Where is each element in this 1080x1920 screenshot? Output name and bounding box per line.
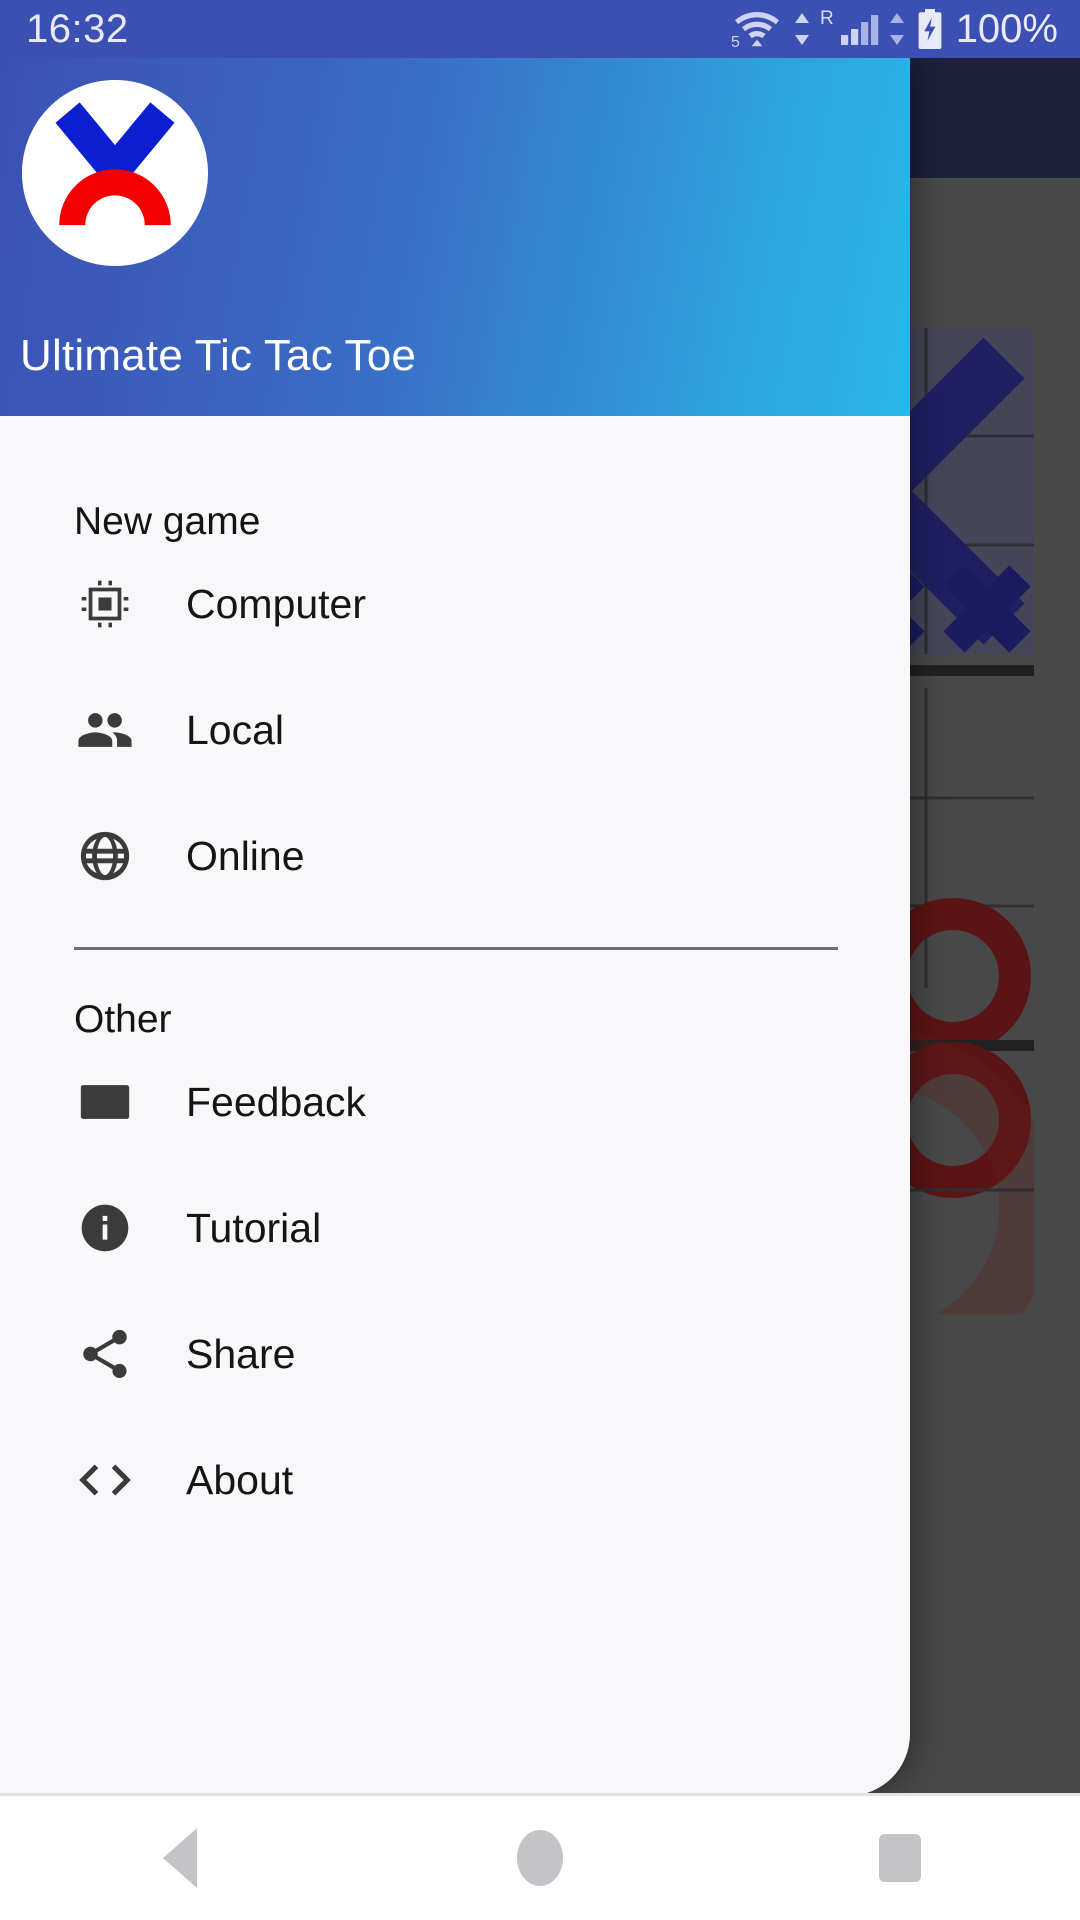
sidebar-item-label: Local xyxy=(186,706,285,753)
sidebar-item-online[interactable]: Online xyxy=(0,793,910,919)
data-transfer-icon-2 xyxy=(889,13,904,45)
sidebar-item-label: About xyxy=(186,1456,294,1503)
sidebar-item-label: Online xyxy=(186,832,305,879)
app-title: Ultimate Tic Tac Toe xyxy=(20,331,417,380)
status-clock: 16:32 xyxy=(26,7,129,51)
sidebar-item-label: Share xyxy=(186,1330,296,1377)
cpu-chip-icon xyxy=(74,573,136,635)
sidebar-item-tutorial[interactable]: Tutorial xyxy=(0,1165,910,1291)
status-bar: 16:32 5 R 100% xyxy=(0,0,1080,58)
drawer-header: Ultimate Tic Tac Toe xyxy=(0,58,910,416)
info-circle-icon xyxy=(74,1197,136,1259)
envelope-icon xyxy=(74,1071,136,1133)
wifi-icon: 5 xyxy=(731,12,779,49)
section-header-other: Other xyxy=(74,998,172,1041)
globe-icon xyxy=(74,825,136,887)
code-brackets-icon xyxy=(74,1449,136,1511)
ultimate-tic-tac-toe-logo-icon xyxy=(22,80,208,266)
phone-screen: Ultimate Tic Tac Toe New game Computer L… xyxy=(0,0,1080,1920)
recents-square-icon xyxy=(879,1834,921,1882)
status-icon-tray: 5 R 100% xyxy=(730,7,1058,51)
navigation-drawer: Ultimate Tic Tac Toe New game Computer L… xyxy=(0,58,910,1796)
android-navigation-bar xyxy=(0,1796,1080,1920)
sidebar-item-computer[interactable]: Computer xyxy=(0,541,910,667)
data-transfer-icon xyxy=(794,13,809,45)
sidebar-item-about[interactable]: About xyxy=(0,1417,910,1543)
nav-recents-button[interactable] xyxy=(840,1813,960,1903)
nav-back-button[interactable] xyxy=(120,1813,240,1903)
svg-text:5: 5 xyxy=(731,34,740,49)
people-group-icon xyxy=(74,699,136,761)
sidebar-item-label: Feedback xyxy=(186,1078,367,1125)
sidebar-item-label: Computer xyxy=(186,580,367,627)
battery-charging-icon xyxy=(918,9,942,49)
sidebar-item-label: Tutorial xyxy=(186,1204,322,1251)
app-logo xyxy=(22,80,208,266)
home-circle-icon xyxy=(517,1830,563,1886)
share-nodes-icon xyxy=(74,1323,136,1385)
section-header-new-game: New game xyxy=(74,500,261,543)
drawer-menu: New game Computer Local Online Other Fee… xyxy=(0,416,910,1543)
nav-home-button[interactable] xyxy=(480,1813,600,1903)
sidebar-item-feedback[interactable]: Feedback xyxy=(0,1039,910,1165)
roaming-icon: R xyxy=(819,7,834,29)
signal-icon xyxy=(840,15,878,45)
battery-percentage: 100% xyxy=(955,7,1058,51)
navbar-top-divider xyxy=(0,1793,1080,1796)
back-triangle-icon xyxy=(163,1828,197,1888)
sidebar-item-local[interactable]: Local xyxy=(0,667,910,793)
sidebar-item-share[interactable]: Share xyxy=(0,1291,910,1417)
